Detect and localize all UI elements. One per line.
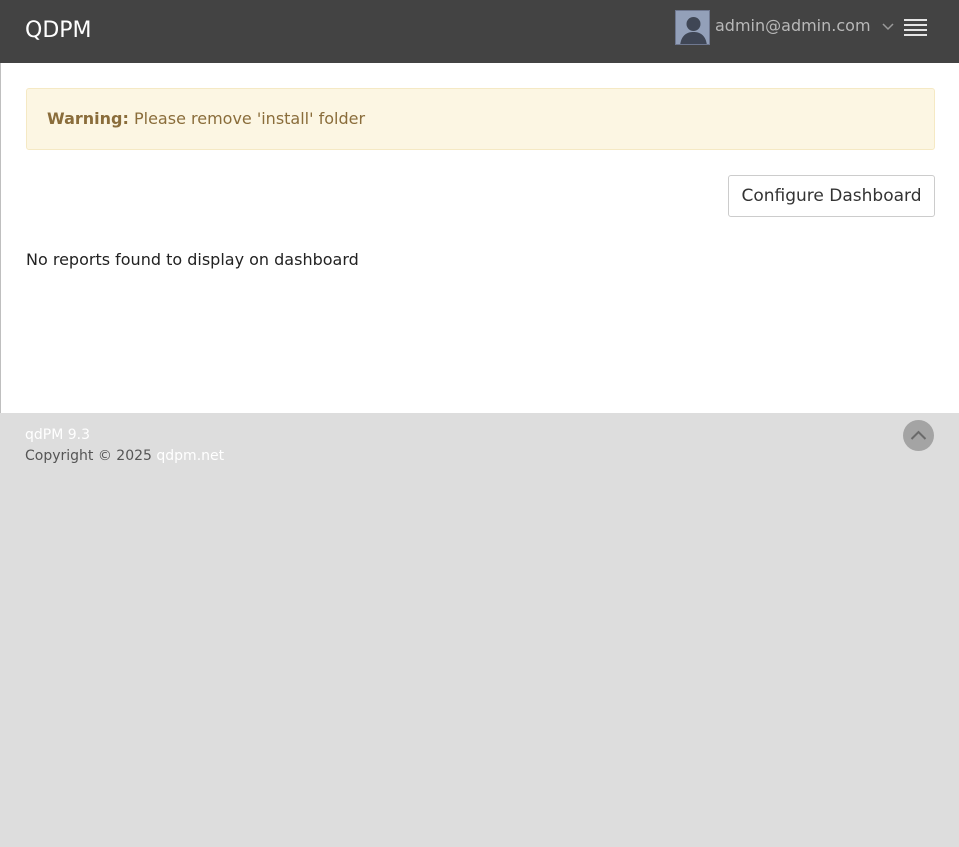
main-content: Warning: Please remove 'install' folder … <box>0 63 959 413</box>
user-avatar-icon <box>675 10 710 45</box>
site-link[interactable]: qdpm.net <box>156 448 224 464</box>
user-email: admin@admin.com <box>715 15 871 35</box>
user-menu[interactable]: admin@admin.com <box>675 10 895 45</box>
chevron-down-icon <box>882 22 894 30</box>
page-footer: qdPM 9.3 Copyright © 2025 qdpm.net <box>0 413 959 847</box>
empty-reports-message: No reports found to display on dashboard <box>26 250 359 269</box>
configure-dashboard-button[interactable]: Configure Dashboard <box>728 175 935 217</box>
chevron-up-icon <box>910 430 927 440</box>
top-navbar: QDPM admin@admin.com <box>0 0 959 63</box>
alert-label: Warning: <box>47 109 129 128</box>
hamburger-menu-icon[interactable] <box>904 19 928 37</box>
copyright-text: Copyright © 2025 qdpm.net <box>25 447 224 465</box>
warning-alert: Warning: Please remove 'install' folder <box>26 88 935 150</box>
scroll-to-top-button[interactable] <box>903 420 934 451</box>
alert-message: Please remove 'install' folder <box>133 109 366 128</box>
copyright-label: Copyright © 2025 <box>25 448 152 464</box>
app-version: qdPM 9.3 <box>25 427 91 443</box>
brand-logo[interactable]: QDPM <box>25 17 92 45</box>
